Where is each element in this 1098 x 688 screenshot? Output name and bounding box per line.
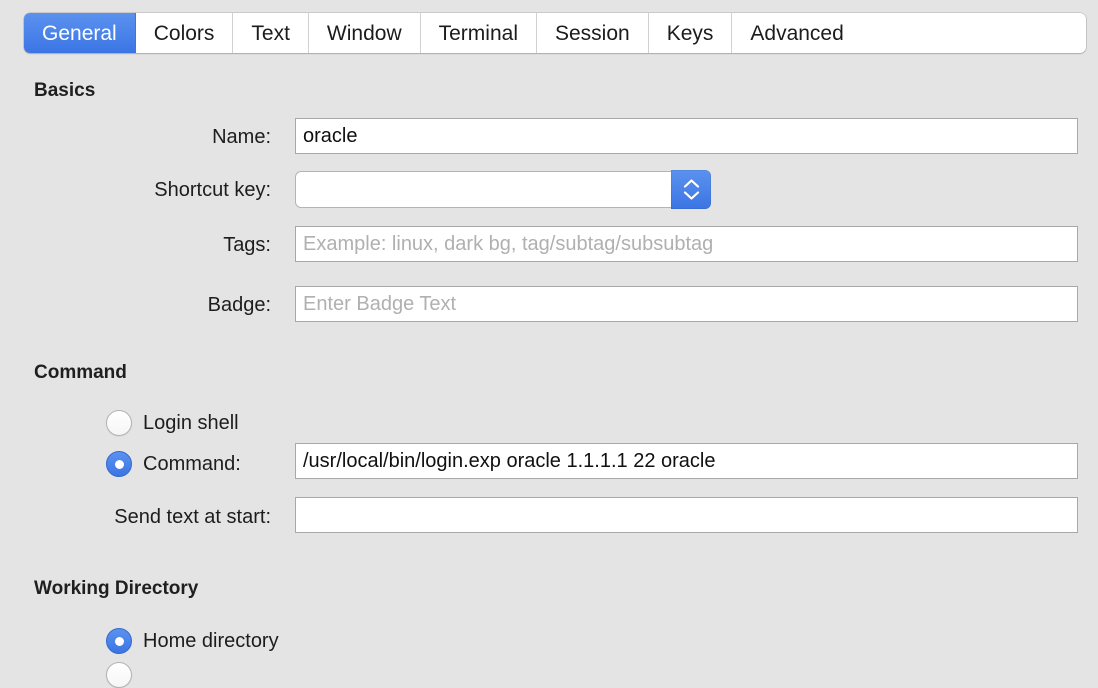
tab-terminal[interactable]: Terminal bbox=[420, 13, 537, 53]
stepper-up-icon[interactable] bbox=[683, 179, 700, 188]
home-directory-label: Home directory bbox=[143, 629, 279, 652]
send-text-at-start-input[interactable] bbox=[295, 497, 1078, 533]
login-shell-radio[interactable] bbox=[106, 410, 132, 436]
tab-text-label: Text bbox=[251, 21, 290, 45]
shortcut-key-stepper[interactable] bbox=[671, 170, 711, 209]
tags-input-placeholder: Example: linux, dark bg, tag/subtag/subs… bbox=[303, 232, 714, 255]
tab-advanced-label: Advanced bbox=[750, 21, 844, 45]
command-input[interactable]: /usr/local/bin/login.exp oracle 1.1.1.1 … bbox=[295, 443, 1078, 479]
badge-label: Badge: bbox=[207, 294, 271, 316]
tab-window[interactable]: Window bbox=[308, 13, 421, 53]
tab-colors-label: Colors bbox=[153, 21, 215, 45]
name-input[interactable]: oracle bbox=[295, 118, 1078, 154]
tab-window-label: Window bbox=[326, 21, 402, 45]
home-directory-radio-row[interactable]: Home directory bbox=[106, 628, 279, 654]
tab-colors[interactable]: Colors bbox=[135, 13, 234, 53]
login-shell-radio-row[interactable]: Login shell bbox=[106, 410, 239, 436]
tab-session[interactable]: Session bbox=[536, 13, 649, 53]
home-directory-radio[interactable] bbox=[106, 628, 132, 654]
command-input-value: /usr/local/bin/login.exp oracle 1.1.1.1 … bbox=[303, 449, 716, 472]
send-text-at-start-label: Send text at start: bbox=[114, 506, 271, 528]
name-input-value: oracle bbox=[303, 124, 358, 147]
badge-input[interactable]: Enter Badge Text bbox=[295, 286, 1078, 322]
login-shell-label: Login shell bbox=[143, 411, 239, 434]
tab-keys-label: Keys bbox=[666, 21, 714, 45]
badge-input-placeholder: Enter Badge Text bbox=[303, 292, 457, 315]
tab-text[interactable]: Text bbox=[233, 13, 309, 53]
settings-tab-bar: General Colors Text Window Terminal Sess… bbox=[24, 13, 1086, 53]
working-directory-section-heading: Working Directory bbox=[34, 578, 199, 599]
command-section-heading: Command bbox=[34, 362, 127, 383]
tags-label: Tags: bbox=[223, 234, 271, 256]
command-radio-row[interactable]: Command: bbox=[106, 451, 241, 477]
tab-advanced[interactable]: Advanced bbox=[732, 13, 862, 53]
tab-general[interactable]: General bbox=[24, 13, 136, 53]
command-radio-label: Command: bbox=[143, 452, 241, 475]
stepper-down-icon[interactable] bbox=[683, 191, 700, 200]
shortcut-key-label: Shortcut key: bbox=[154, 179, 271, 201]
command-radio[interactable] bbox=[106, 451, 132, 477]
tab-keys[interactable]: Keys bbox=[648, 13, 733, 53]
tab-session-label: Session bbox=[554, 21, 630, 45]
name-label: Name: bbox=[212, 126, 271, 148]
basics-section-heading: Basics bbox=[34, 80, 96, 101]
tags-input[interactable]: Example: linux, dark bg, tag/subtag/subs… bbox=[295, 226, 1078, 262]
tab-terminal-label: Terminal bbox=[438, 21, 518, 45]
shortcut-key-input[interactable] bbox=[295, 171, 672, 208]
tab-general-label: General bbox=[42, 21, 117, 45]
